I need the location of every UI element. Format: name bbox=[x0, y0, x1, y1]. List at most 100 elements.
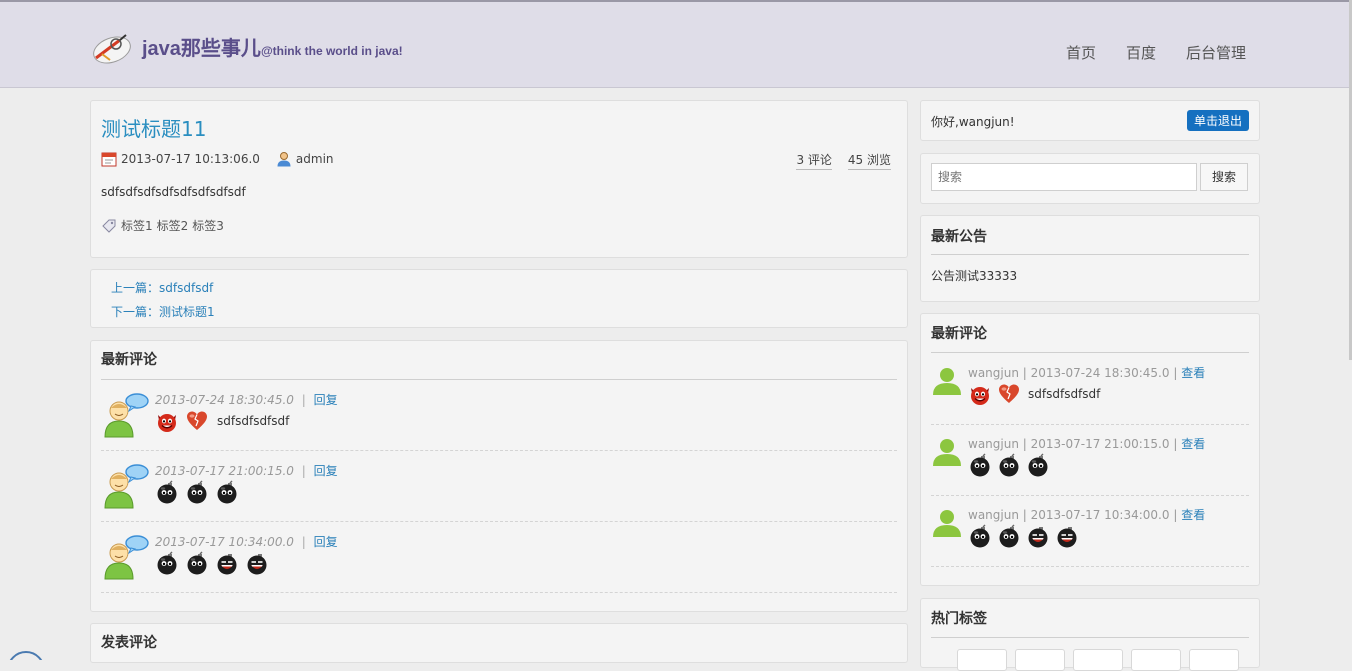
tag-item[interactable]: 标签2 bbox=[157, 217, 189, 234]
comment-count[interactable]: 3 评论 bbox=[796, 151, 832, 170]
recent-comment-text: sdfsdfsdfsdf bbox=[1028, 387, 1101, 401]
back-to-top-icon[interactable] bbox=[6, 648, 46, 660]
bomb-icon bbox=[1026, 453, 1050, 477]
comments-title: 最新评论 bbox=[101, 349, 897, 380]
view-link[interactable]: 查看 bbox=[1181, 437, 1205, 451]
post-date: 2013-07-17 10:13:06.0 bbox=[121, 152, 260, 166]
comment-item: 2013-07-17 21:00:15.0 | 回复 bbox=[101, 450, 897, 522]
tag-item[interactable]: 标签1 bbox=[121, 217, 153, 234]
view-count: 45 浏览 bbox=[847, 151, 891, 170]
user-avatar-icon bbox=[931, 436, 963, 468]
site-slogan: @think the world in java! bbox=[260, 44, 403, 58]
tag-item[interactable]: 标签3 bbox=[192, 217, 224, 234]
bomb-icon bbox=[185, 480, 209, 504]
comment-content bbox=[155, 551, 269, 575]
user-comment-avatar-icon bbox=[101, 391, 149, 439]
bomb-icon bbox=[997, 453, 1021, 477]
laughing-bomb-icon bbox=[215, 551, 239, 575]
comment-content: sdfsdfsdfsdf bbox=[155, 409, 289, 433]
prev-post-link[interactable]: 上一篇：sdfsdfsdf bbox=[111, 279, 213, 296]
notice-panel: 最新公告 公告测试33333 bbox=[920, 215, 1260, 302]
bomb-icon bbox=[155, 480, 179, 504]
recent-comment-meta: wangjun | 2013-07-17 21:00:15.0 | 查看 bbox=[968, 435, 1205, 452]
logout-button[interactable]: 单击退出 bbox=[1186, 110, 1249, 131]
user-comment-avatar-icon bbox=[101, 462, 149, 510]
next-post-link[interactable]: 下一篇：测试标题1 bbox=[111, 303, 215, 320]
recent-comment-item: wangjun | 2013-07-17 21:00:15.0 | 查看 bbox=[931, 424, 1249, 496]
view-link[interactable]: 查看 bbox=[1181, 366, 1205, 380]
reply-link[interactable]: 回复 bbox=[314, 535, 338, 549]
site-title[interactable]: java那些事儿@think the world in java! bbox=[142, 32, 403, 61]
comment-item: 2013-07-24 18:30:45.0 | 回复 sdfsdfsdfsdf bbox=[101, 379, 897, 451]
hot-tag-item[interactable] bbox=[1073, 649, 1123, 671]
user-avatar-icon bbox=[931, 365, 963, 397]
nav-home[interactable]: 首页 bbox=[1066, 42, 1096, 63]
hot-tags-title: 热门标签 bbox=[931, 608, 1249, 638]
bomb-icon bbox=[968, 524, 992, 548]
nav-baidu[interactable]: 百度 bbox=[1126, 42, 1156, 63]
post-title[interactable]: 测试标题11 bbox=[101, 113, 206, 142]
recent-comments-panel: 最新评论 wangjun | 2013-07-24 18:30:45.0 | 查… bbox=[920, 313, 1260, 586]
comment-text: sdfsdfsdfsdf bbox=[217, 414, 290, 428]
devil-icon bbox=[968, 382, 992, 406]
comment-meta: 2013-07-24 18:30:45.0 | 回复 bbox=[155, 393, 338, 407]
site-header: java那些事儿@think the world in java! 首页 百度 … bbox=[0, 0, 1352, 88]
bomb-icon bbox=[215, 480, 239, 504]
user-comment-avatar-icon bbox=[101, 533, 149, 581]
recent-comment-item: wangjun | 2013-07-17 10:34:00.0 | 查看 bbox=[931, 495, 1249, 567]
tag-icon bbox=[102, 219, 116, 233]
post-comment-title: 发表评论 bbox=[101, 635, 157, 651]
comment-item: 2013-07-17 10:34:00.0 | 回复 bbox=[101, 521, 897, 593]
logo-icon[interactable] bbox=[90, 28, 134, 68]
reply-link[interactable]: 回复 bbox=[314, 464, 338, 478]
site-name: java那些事儿 bbox=[142, 38, 261, 60]
bomb-icon bbox=[997, 524, 1021, 548]
post-comment-panel: 发表评论 bbox=[90, 623, 908, 663]
hot-tags-panel: 热门标签 bbox=[920, 598, 1260, 671]
calendar-icon bbox=[101, 152, 117, 167]
hot-tag-item[interactable] bbox=[1015, 649, 1065, 671]
nav-admin[interactable]: 后台管理 bbox=[1186, 42, 1246, 63]
notice-title: 最新公告 bbox=[931, 226, 1249, 255]
hot-tag-item[interactable] bbox=[1131, 649, 1181, 671]
hot-tag-item[interactable] bbox=[1189, 649, 1239, 671]
recent-comment-meta: wangjun | 2013-07-17 10:34:00.0 | 查看 bbox=[968, 506, 1205, 523]
hot-tag-item[interactable] bbox=[957, 649, 1007, 671]
comment-meta: 2013-07-17 10:34:00.0 | 回复 bbox=[155, 535, 338, 549]
recent-comment-item: wangjun | 2013-07-24 18:30:45.0 | 查看 sdf… bbox=[931, 353, 1249, 425]
post-stats: 3 评论 45 浏览 bbox=[796, 151, 891, 170]
recent-comment-meta: wangjun | 2013-07-24 18:30:45.0 | 查看 bbox=[968, 364, 1205, 381]
bomb-icon bbox=[155, 551, 179, 575]
view-link[interactable]: 查看 bbox=[1181, 508, 1205, 522]
recent-comment-content: sdfsdfsdfsdf bbox=[968, 382, 1100, 406]
broken-heart-icon bbox=[185, 409, 209, 433]
post-author[interactable]: admin bbox=[296, 152, 334, 166]
user-panel: 你好,wangjun! 单击退出 bbox=[920, 100, 1260, 141]
user-icon bbox=[277, 152, 291, 167]
bomb-icon bbox=[968, 453, 992, 477]
search-input[interactable] bbox=[931, 163, 1197, 191]
recent-comment-head: wangjun | 2013-07-17 21:00:15.0 | bbox=[968, 437, 1182, 451]
recent-comments-title: 最新评论 bbox=[931, 323, 1249, 353]
bomb-icon bbox=[185, 551, 209, 575]
post-tags: 标签1 标签2 标签3 bbox=[101, 217, 224, 234]
laughing-bomb-icon bbox=[1055, 524, 1079, 548]
recent-comment-head: wangjun | 2013-07-17 10:34:00.0 | bbox=[968, 508, 1182, 522]
search-button[interactable]: 搜索 bbox=[1200, 163, 1248, 191]
laughing-bomb-icon bbox=[1026, 524, 1050, 548]
comment-date: 2013-07-24 18:30:45.0 bbox=[155, 393, 294, 407]
comment-content bbox=[155, 480, 239, 504]
laughing-bomb-icon bbox=[245, 551, 269, 575]
post-panel: 测试标题11 2013-07-17 10:13:06.0 admin 3 评论 … bbox=[90, 100, 908, 258]
recent-comment-content bbox=[968, 453, 1050, 477]
broken-heart-icon bbox=[997, 382, 1021, 406]
devil-icon bbox=[155, 409, 179, 433]
greeting: 你好,wangjun! bbox=[931, 115, 1015, 129]
notice-text[interactable]: 公告测试33333 bbox=[931, 267, 1017, 284]
search-panel: 搜索 bbox=[920, 153, 1260, 204]
post-meta: 2013-07-17 10:13:06.0 admin bbox=[101, 151, 334, 167]
user-avatar-icon bbox=[931, 507, 963, 539]
recent-comment-head: wangjun | 2013-07-24 18:30:45.0 | bbox=[968, 366, 1182, 380]
comments-panel: 最新评论 2013-07-24 18:30:45.0 | 回复 sdfsdfsd… bbox=[90, 340, 908, 612]
reply-link[interactable]: 回复 bbox=[314, 393, 338, 407]
